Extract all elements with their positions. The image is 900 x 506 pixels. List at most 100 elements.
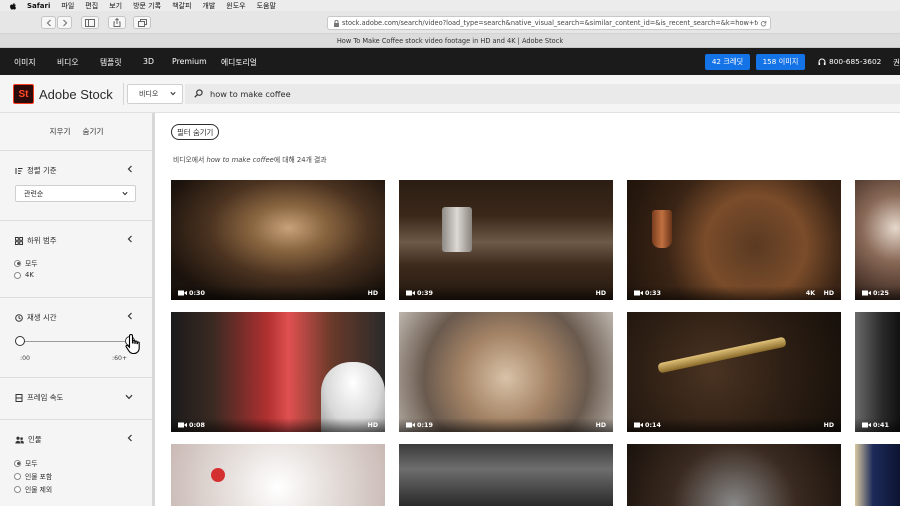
video-thumbnail[interactable]: 0:14 HD	[627, 312, 841, 432]
video-camera-icon	[406, 290, 415, 296]
sort-title: 정렬 기준	[27, 166, 57, 175]
hide-filters-button[interactable]: 숨기기	[83, 126, 104, 137]
forward-button[interactable]	[57, 16, 72, 29]
menu-help[interactable]: 도움말	[257, 1, 276, 11]
duration-header[interactable]: 재생 시간	[15, 312, 57, 323]
images-quota-button[interactable]: 158 이미지	[756, 54, 805, 70]
share-button[interactable]	[108, 16, 126, 29]
duration-min-label: :00	[20, 355, 30, 362]
result-suffix: 에 대해 24개 결과	[273, 156, 327, 164]
people-option-exclude[interactable]: 인물 제외	[14, 484, 52, 494]
radio-selected[interactable]	[14, 459, 21, 467]
menu-edit[interactable]: 편집	[85, 1, 98, 11]
video-quality-badge: HD	[823, 290, 834, 297]
clear-filters-button[interactable]: 지우기	[50, 126, 71, 137]
result-prefix: 비디오에서	[173, 156, 207, 164]
subcategory-section: 하위 범주 모두 4K	[0, 221, 153, 298]
video-thumbnail[interactable]: 0:41	[855, 312, 900, 432]
people-header[interactable]: 인물	[15, 434, 42, 445]
duration-slider-track[interactable]	[20, 341, 130, 342]
address-bar[interactable]: stock.adobe.com/search/video?load_type=s…	[327, 16, 771, 30]
tabs-overview-button[interactable]	[133, 16, 151, 29]
people-option-all[interactable]: 모두	[14, 458, 38, 468]
subcategory-option-all[interactable]: 모두	[14, 258, 38, 268]
nav-3d[interactable]: 3D	[143, 57, 154, 66]
reload-icon[interactable]	[758, 19, 767, 28]
video-thumbnail[interactable]: 0:30 HD	[171, 180, 385, 300]
option-label: 모두	[25, 460, 38, 468]
nav-templates[interactable]: 템플릿	[100, 57, 122, 68]
framerate-header[interactable]: 프레임 속도	[15, 392, 63, 403]
toggle-filters-button[interactable]: 필터 숨기기	[171, 124, 220, 140]
sort-dropdown[interactable]: 관련순	[15, 185, 136, 202]
nav-videos[interactable]: 비디오	[57, 57, 79, 68]
menu-app-name[interactable]: Safari	[27, 2, 50, 10]
menu-view[interactable]: 보기	[109, 1, 122, 11]
chevron-down-icon	[122, 191, 128, 196]
sort-section: 정렬 기준 관련순	[0, 151, 153, 221]
chevron-left-icon[interactable]	[127, 434, 133, 442]
phone-contact[interactable]: 800-685-3602	[818, 57, 881, 66]
video-duration: 0:14	[645, 421, 661, 429]
adobe-stock-logo[interactable]: St	[13, 84, 34, 104]
sidebar-toggle-button[interactable]	[81, 16, 99, 29]
menu-history[interactable]: 방문 기록	[133, 1, 161, 11]
video-thumbnail[interactable]	[855, 444, 900, 506]
credits-button[interactable]: 42 크레딧	[705, 54, 750, 70]
video-thumbnail[interactable]: 0:25	[855, 180, 900, 300]
option-label: 인물 포함	[25, 473, 53, 481]
video-thumbnail[interactable]: 0:19 HD	[399, 312, 613, 432]
video-4k-badge: 4K	[805, 290, 815, 297]
people-option-include[interactable]: 인물 포함	[14, 471, 52, 481]
tab-title[interactable]: How To Make Coffee stock video footage i…	[0, 34, 900, 48]
video-quality-badge: HD	[367, 422, 378, 429]
video-thumbnail[interactable]: 0:33 4K HD	[627, 180, 841, 300]
sort-header[interactable]: 정렬 기준	[15, 165, 57, 176]
chevron-left-icon	[46, 19, 51, 26]
lock-icon	[334, 20, 339, 27]
logo-text[interactable]: Adobe Stock	[39, 87, 113, 102]
video-thumbnail[interactable]	[399, 444, 613, 506]
menu-develop[interactable]: 개발	[202, 1, 215, 11]
chevron-left-icon[interactable]	[127, 235, 133, 243]
video-thumbnail[interactable]	[627, 444, 841, 506]
result-query: how to make coffee	[206, 156, 274, 164]
radio-selected[interactable]	[14, 259, 21, 267]
subcategory-option-4k[interactable]: 4K	[14, 271, 34, 279]
chevron-left-icon[interactable]	[127, 165, 133, 173]
apple-icon[interactable]	[9, 2, 17, 10]
video-duration: 0:39	[417, 289, 433, 297]
search-header: St Adobe Stock 비디오 how to make coffee	[0, 75, 900, 113]
nav-editorial[interactable]: 에디토리얼	[221, 57, 257, 68]
radio-unselected[interactable]	[14, 472, 21, 480]
people-section: 인물 모두 인물 포함 인물 제외	[0, 420, 153, 506]
video-camera-icon	[862, 290, 871, 296]
chevron-left-icon[interactable]	[127, 312, 133, 320]
radio-unselected[interactable]	[14, 485, 21, 493]
chevron-down-icon[interactable]	[125, 394, 133, 400]
headset-icon	[818, 58, 826, 65]
account-menu[interactable]: 권	[893, 57, 900, 68]
duration-slider-min-handle[interactable]	[15, 336, 25, 346]
video-thumbnail[interactable]: 0:08 HD	[171, 312, 385, 432]
menu-window[interactable]: 윈도우	[226, 1, 245, 11]
subcategory-header[interactable]: 하위 범주	[15, 235, 57, 246]
option-label: 인물 제외	[25, 486, 53, 494]
video-thumbnail[interactable]	[171, 444, 385, 506]
video-duration: 0:25	[873, 289, 889, 297]
radio-unselected[interactable]	[14, 271, 21, 279]
video-thumbnail[interactable]: 0:39 HD	[399, 180, 613, 300]
people-icon	[15, 436, 24, 443]
search-query: how to make coffee	[210, 89, 291, 99]
back-button[interactable]	[41, 16, 56, 29]
menu-bookmarks[interactable]: 책갈피	[172, 1, 191, 11]
video-duration: 0:41	[873, 421, 889, 429]
search-input[interactable]: how to make coffee	[185, 84, 900, 104]
nav-images[interactable]: 이미지	[14, 57, 36, 68]
video-camera-icon	[634, 290, 643, 296]
menu-file[interactable]: 파일	[61, 1, 74, 11]
people-title: 인물	[28, 435, 42, 444]
nav-premium[interactable]: Premium	[172, 57, 207, 66]
asset-type-select[interactable]: 비디오	[127, 84, 183, 104]
duration-max-label: :60+	[112, 355, 128, 362]
